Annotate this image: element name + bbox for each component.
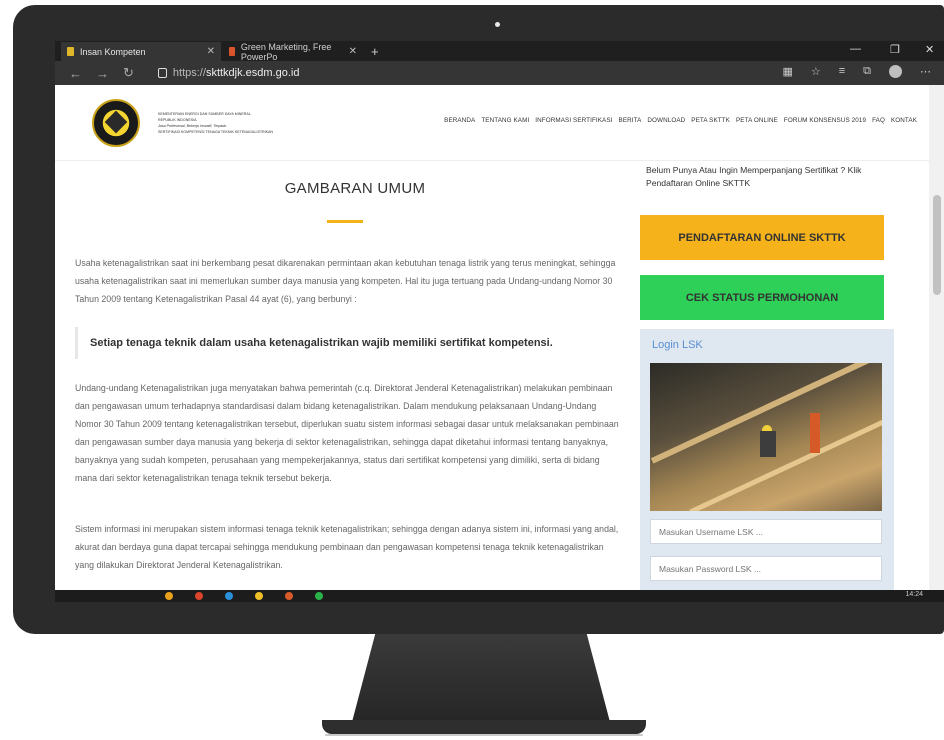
tab-label: Insan Kompeten [80, 46, 146, 57]
favicon-icon [67, 47, 74, 56]
menu-item-forum-konsensus[interactable]: FORUM KONSENSUS 2019 [784, 117, 866, 124]
paragraph-law: Undang-undang Ketenagalistrikan juga men… [75, 383, 619, 483]
close-tab-icon[interactable]: ✕ [349, 46, 357, 57]
monitor-stand-base [322, 720, 646, 734]
menu-item-berita[interactable]: BERITA [619, 117, 642, 124]
construction-photo [650, 363, 882, 511]
tab-green-marketing[interactable]: Green Marketing, Free PowerPo ✕ [223, 41, 363, 62]
menu-item-download[interactable]: DOWNLOAD [647, 117, 685, 124]
login-lsk-panel: Login LSK [640, 329, 894, 602]
paragraph-intro: Usaha ketenagalistrikan saat ini berkemb… [75, 258, 616, 304]
check-status-button[interactable]: CEK STATUS PERMOHONAN [640, 275, 884, 320]
more-menu-icon[interactable]: ⋯ [920, 65, 931, 78]
menu-item-tentang-kami[interactable]: TENTANG KAMI [481, 117, 529, 124]
new-tab-button[interactable]: + [365, 42, 383, 61]
screen: Insan Kompeten ✕ Green Marketing, Free P… [55, 41, 944, 602]
logo-emblem-icon [104, 110, 128, 134]
esdm-logo[interactable] [92, 99, 140, 147]
url-field[interactable]: https://skttkdjk.esdm.go.id [157, 67, 300, 79]
browser-tab-bar: Insan Kompeten ✕ Green Marketing, Free P… [55, 41, 944, 62]
taskbar-app-icon[interactable] [255, 592, 263, 600]
url-host: skttkdjk.esdm.go.id [205, 67, 300, 79]
scrollbar-thumb[interactable] [933, 195, 941, 295]
taskbar-app-icon[interactable] [165, 592, 173, 600]
menu-item-peta-skttk[interactable]: PETA SKTTK [691, 117, 730, 124]
blockquote: Setiap tenaga teknik dalam usaha ketenag… [75, 327, 620, 359]
tab-insan-kompeten[interactable]: Insan Kompeten ✕ [61, 42, 221, 61]
taskbar-app-icon[interactable] [225, 592, 233, 600]
menu-item-kontak[interactable]: KONTAK [891, 117, 917, 124]
taskbar-app-icon[interactable] [285, 592, 293, 600]
collections-icon[interactable]: ⧉ [863, 65, 871, 78]
monitor-stand-neck [352, 634, 610, 722]
photo-worker [760, 431, 776, 457]
register-online-button[interactable]: PENDAFTARAN ONLINE SKTTK [640, 215, 884, 260]
favorite-star-icon[interactable]: ☆ [811, 65, 821, 78]
favorites-list-icon[interactable]: ≡ [839, 65, 845, 78]
url-protocol: https:// [172, 67, 206, 79]
main-menu: BERANDA TENTANG KAMI INFORMASI SERTIFIKA… [444, 117, 917, 124]
profile-avatar[interactable] [889, 65, 902, 78]
page-scrollbar[interactable] [929, 85, 944, 602]
close-tab-icon[interactable]: ✕ [207, 46, 215, 57]
org-name: KEMENTERIAN ENERGI DAN SUMBER DAYA MINER… [158, 111, 298, 135]
page-title: GAMBARAN UMUM [284, 180, 426, 197]
forward-arrow-icon[interactable]: → [96, 66, 109, 81]
menu-item-informasi-sertifikasi[interactable]: INFORMASI SERTIFIKASI [535, 117, 612, 124]
powerpoint-favicon-icon [229, 47, 235, 56]
menu-item-faq[interactable]: FAQ [872, 117, 885, 124]
refresh-icon[interactable]: ↻ [123, 65, 134, 81]
browser-tools: ▦ ☆ ≡ ⧉ ⋯ [782, 65, 931, 78]
taskbar-app-icon[interactable] [195, 592, 203, 600]
site-header: KEMENTERIAN ENERGI DAN SUMBER DAYA MINER… [55, 85, 929, 161]
tab-label: Green Marketing, Free PowerPo [240, 41, 332, 62]
monitor-base-highlight [325, 734, 643, 736]
username-input[interactable] [650, 519, 882, 544]
menu-item-peta-online[interactable]: PETA ONLINE [736, 117, 778, 124]
password-input[interactable] [650, 556, 882, 581]
registration-cta-text: Belum Punya Atau Ingin Memperpanjang Ser… [646, 165, 862, 188]
page-content: GAMBARAN UMUM Usaha ketenagalistrikan sa… [55, 162, 929, 602]
reader-icon[interactable]: ▦ [782, 65, 792, 78]
lock-icon [157, 68, 167, 78]
login-title: Login LSK [652, 339, 703, 351]
close-window-icon[interactable]: ✕ [925, 43, 934, 56]
maximize-icon[interactable]: ❐ [890, 43, 900, 56]
monitor-frame: Insan Kompeten ✕ Green Marketing, Free P… [13, 5, 944, 634]
back-arrow-icon[interactable]: ← [69, 66, 82, 81]
photo-worker [810, 413, 820, 453]
taskbar-app-icon[interactable] [315, 592, 323, 600]
org-line: SERTIFIKASI KOMPETENSI TENAGA TEKNIK KET… [158, 130, 274, 134]
taskbar-clock: 14:24 [905, 591, 923, 598]
title-underline [327, 220, 363, 223]
os-taskbar: 14:24 [55, 590, 944, 602]
webcam-dot [495, 22, 500, 27]
paragraph-system: Sistem informasi ini merupakan sistem in… [75, 524, 619, 570]
address-bar: ← → ↻ https://skttkdjk.esdm.go.id ▦ ☆ ≡ … [55, 61, 944, 85]
minimize-icon[interactable]: — [850, 43, 861, 55]
menu-item-beranda[interactable]: BERANDA [444, 117, 475, 124]
